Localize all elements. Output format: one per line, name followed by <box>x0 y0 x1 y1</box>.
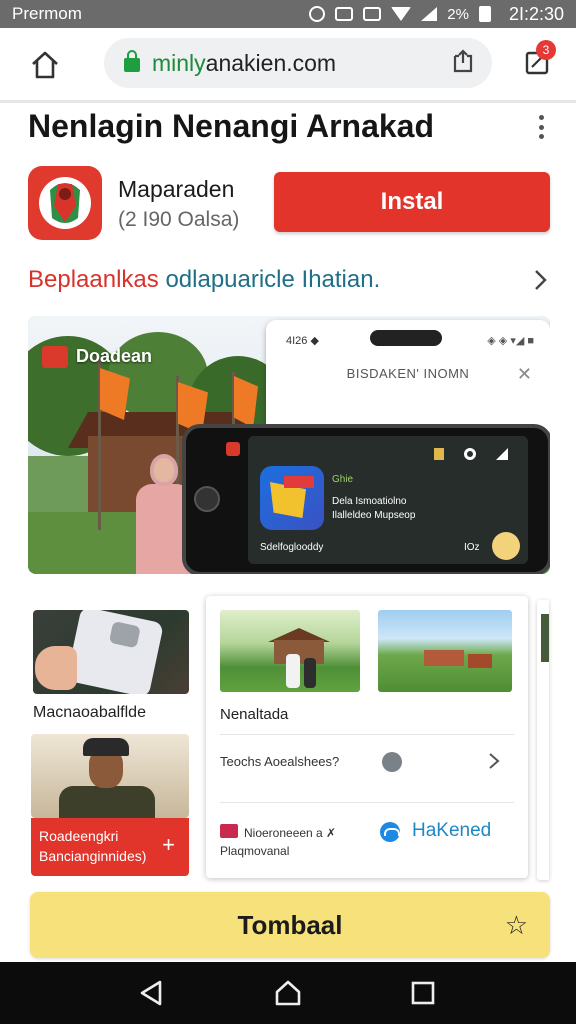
red-action-card[interactable]: Roadeengkri Bancianginnides) + <box>31 818 189 876</box>
close-icon: ✕ <box>516 364 532 384</box>
officer-photo-card[interactable] <box>31 734 189 818</box>
url-host: minly <box>152 49 206 76</box>
url-text: minlyanakien.com <box>152 50 336 77</box>
dialog-title: BISDAKEN' INOMN <box>346 366 470 381</box>
promo-link[interactable]: Beplaanlkas odlapuaricle Ihatian. <box>28 266 380 294</box>
next-card-peek[interactable] <box>537 600 549 880</box>
dialog-status-time: 4I26 ◆ <box>286 335 319 347</box>
village-photo-2[interactable] <box>378 610 512 692</box>
record-icon <box>464 448 476 460</box>
cloud-icon <box>380 822 400 842</box>
panel-row2-line2: Plaqmovanal <box>220 844 290 858</box>
lock-icon <box>124 50 140 72</box>
panel-name: Nenaltada <box>220 706 289 723</box>
app-developer[interactable]: Maparaden <box>118 176 234 203</box>
toolbar-divider <box>0 100 576 103</box>
panel-divider <box>220 734 514 735</box>
phone-screen: Ghie Dela Ismoatiolno Ilalleldeo Mupseop… <box>248 436 528 564</box>
banner-phone: Ghie Dela Ismoatiolno Ilalleldeo Mupseop… <box>182 424 550 574</box>
red-card-line-1: Roadeengkri <box>39 828 119 844</box>
signal-small-icon <box>496 448 508 460</box>
home-icon[interactable] <box>30 50 60 80</box>
cta-label: Tombaal <box>237 910 343 940</box>
banner-logo <box>42 346 68 368</box>
url-domain: anakien.com <box>205 49 337 76</box>
panel-row2-line1: Nioeroneeen a ✗ <box>220 826 336 840</box>
install-button[interactable]: Instal <box>274 172 550 232</box>
plus-icon[interactable]: + <box>162 832 175 858</box>
screen-label-4: Sdelfoglooddy <box>260 542 324 553</box>
phone-photo-card[interactable] <box>33 610 189 694</box>
promo-text-red: Beplaanlkas <box>28 266 159 293</box>
red-card-line-2: Bancianginnides) <box>39 848 147 864</box>
app-title: Nenlagin Nenangi Arnakad <box>28 108 434 144</box>
chevron-right-icon[interactable] <box>488 752 500 770</box>
address-bar[interactable]: minlyanakien.com <box>104 38 492 88</box>
app-meta: (2 I90 Oalsa) <box>118 208 240 231</box>
wifi-icon <box>391 7 412 21</box>
detail-panel: Nenaltada Teochs Aoealshees? Nioeroneeen… <box>206 596 528 878</box>
notification-icon <box>335 7 354 21</box>
globe-icon <box>382 752 402 772</box>
status-icons: 2% 2I:2:30 <box>309 4 564 25</box>
tab-count-badge: 3 <box>536 40 556 60</box>
vibrate-icon <box>363 7 382 21</box>
phone-app-badge <box>226 442 240 456</box>
clock: 2I:2:30 <box>508 3 564 24</box>
back-icon[interactable] <box>136 978 166 1008</box>
dialog-status-icons: ◈ ◈ ▾◢ ■ <box>487 335 534 347</box>
screen-label-2: Dela Ismoatiolno <box>332 496 407 507</box>
panel-divider <box>220 802 514 803</box>
home-small-icon <box>434 448 444 460</box>
app-icon <box>28 166 102 240</box>
avatar <box>492 532 520 560</box>
feature-banner[interactable]: Doadean 4I26 ◆ ◈ ◈ ▾◢ ■ BISDAKEN' INOMN … <box>28 316 550 574</box>
phone-camera <box>194 486 220 512</box>
hat <box>83 738 129 756</box>
more-options-icon[interactable] <box>528 112 554 142</box>
chevron-right-icon[interactable] <box>530 268 550 292</box>
star-icon[interactable]: ☆ <box>505 910 528 941</box>
hand <box>35 646 77 690</box>
promo-text-teal: odlapuaricle Ihatian. <box>165 266 381 293</box>
card-caption: Macnaoabalflde <box>33 704 146 721</box>
battery-icon <box>478 6 491 22</box>
phone-device <box>66 610 164 694</box>
app-tile-icon <box>260 466 324 530</box>
screen-label-1: Ghie <box>332 474 354 485</box>
alarm-icon <box>309 6 326 22</box>
share-icon[interactable] <box>450 48 476 74</box>
navigation-bar <box>0 962 576 1024</box>
village-photo-1[interactable] <box>220 610 360 692</box>
browser-toolbar: minlyanakien.com 3 <box>0 28 576 100</box>
panel-row2-text: Nioeroneeen a ✗ <box>244 826 337 840</box>
home-nav-icon[interactable] <box>273 978 303 1008</box>
signal-icon <box>421 7 438 21</box>
phone-notch <box>370 330 442 346</box>
battery-percent: 2% <box>447 5 469 23</box>
screen-label-5: IOz <box>464 542 480 553</box>
status-bar: Prermom 2% 2I:2:30 <box>0 0 576 28</box>
banner-dialog: 4I26 ◆ ◈ ◈ ▾◢ ■ BISDAKEN' INOMN ✕ <box>266 320 550 440</box>
screen-label-3: Ilalleldeo Mupseop <box>332 510 416 521</box>
banner-label: Doadean <box>76 346 153 366</box>
primary-cta-button[interactable]: Tombaal ☆ <box>30 892 550 958</box>
panel-row-label[interactable]: Teochs Aoealshees? <box>220 754 339 769</box>
carrier-name: Prermom <box>12 4 82 23</box>
recents-icon[interactable] <box>408 978 438 1008</box>
uniform <box>59 786 155 818</box>
panel-link[interactable]: HaKened <box>412 820 491 842</box>
